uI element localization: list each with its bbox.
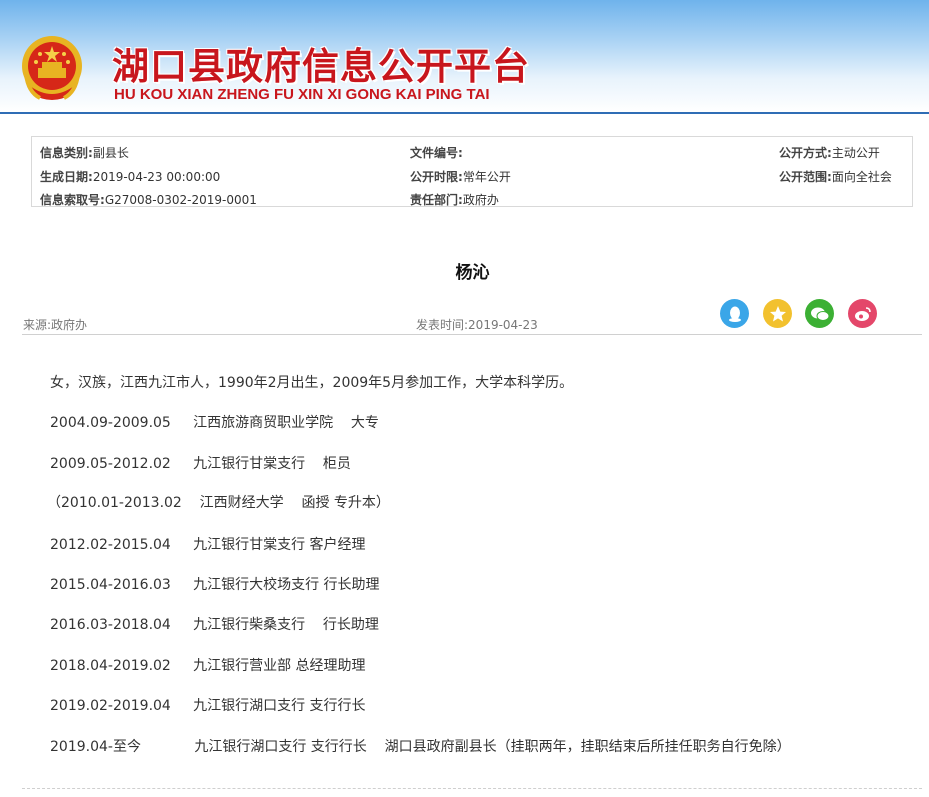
meta-created: 生成日期:2019-04-23 00:00:00 <box>40 168 220 185</box>
site-header: 湖口县政府信息公开平台 HU KOU XIAN ZHENG FU XIN XI … <box>0 0 929 114</box>
article-paragraph: 2016.03-2018.04 九江银行柴桑支行 行长助理 <box>50 617 379 633</box>
header-divider <box>22 334 922 335</box>
meta-category: 信息类别:副县长 <box>40 144 129 161</box>
article-pubtime: 发表时间:2019-04-23 <box>416 318 538 332</box>
national-emblem-icon <box>22 36 82 100</box>
meta-open-scope-value: 面向全社会 <box>831 170 892 184</box>
article-paragraph: （2010.01-2013.02 江西财经大学 函授 专升本） <box>47 495 390 511</box>
site-pinyin: HU KOU XIAN ZHENG FU XIN XI GONG KAI PIN… <box>114 86 490 103</box>
qzone-icon <box>769 305 786 321</box>
meta-open-scope-label: 公开范围: <box>779 170 832 184</box>
meta-open-method-label: 公开方式: <box>779 146 832 160</box>
meta-open-period-label: 公开时限: <box>410 170 463 184</box>
article-paragraph: 2009.05-2012.02 九江银行甘棠支行 柜员 <box>50 456 351 472</box>
meta-category-label: 信息类别: <box>40 146 93 160</box>
article-paragraph: 2012.02-2015.04 九江银行甘棠支行 客户经理 <box>50 537 366 553</box>
meta-open-scope: 公开范围:面向全社会 <box>779 168 892 185</box>
qq-icon <box>728 306 741 322</box>
meta-doc-no: 文件编号: <box>410 144 463 161</box>
share-wechat-button[interactable] <box>805 299 834 328</box>
wechat-icon <box>810 307 829 321</box>
article-source: 来源:政府办 <box>23 318 88 332</box>
footer-divider <box>22 788 922 789</box>
article-paragraph: 女，汉族，江西九江市人，1990年2月出生，2009年5月参加工作，大学本科学历… <box>50 375 574 391</box>
meta-index: 信息索取号:G27008-0302-2019-0001 <box>40 191 257 208</box>
meta-dept: 责任部门:政府办 <box>410 191 499 208</box>
meta-open-method: 公开方式:主动公开 <box>779 144 880 161</box>
meta-created-value: 2019-04-23 00:00:00 <box>92 170 221 184</box>
share-weibo-button[interactable] <box>848 299 877 328</box>
article-paragraph: 2004.09-2009.05 江西旅游商贸职业学院 大专 <box>50 415 379 431</box>
meta-open-period-value: 常年公开 <box>462 170 511 184</box>
meta-index-value: G27008-0302-2019-0001 <box>104 193 257 207</box>
meta-doc-no-label: 文件编号: <box>410 146 463 160</box>
meta-index-label: 信息索取号: <box>40 193 105 207</box>
meta-category-value: 副县长 <box>92 146 129 160</box>
share-qq-button[interactable] <box>720 299 749 328</box>
metadata-box: 信息类别:副县长 文件编号: 公开方式:主动公开 生成日期:2019-04-23… <box>31 136 913 207</box>
meta-open-period: 公开时限:常年公开 <box>410 168 511 185</box>
article-paragraph: 2019.04-至今 九江银行湖口支行 支行行长 湖口县政府副县长（挂职两年，挂… <box>50 739 791 755</box>
share-qzone-button[interactable] <box>763 299 792 328</box>
meta-created-label: 生成日期: <box>40 170 93 184</box>
meta-dept-label: 责任部门: <box>410 193 463 207</box>
article-paragraph: 2018.04-2019.02 九江银行营业部 总经理助理 <box>50 658 366 674</box>
meta-open-method-value: 主动公开 <box>831 146 880 160</box>
article-title: 杨沁 <box>455 263 490 283</box>
site-title: 湖口县政府信息公开平台 <box>112 45 530 88</box>
weibo-icon <box>854 306 871 321</box>
meta-dept-value: 政府办 <box>462 193 499 207</box>
article-paragraph: 2015.04-2016.03 九江银行大校场支行 行长助理 <box>50 577 380 593</box>
article-paragraph: 2019.02-2019.04 九江银行湖口支行 支行行长 <box>50 698 366 714</box>
